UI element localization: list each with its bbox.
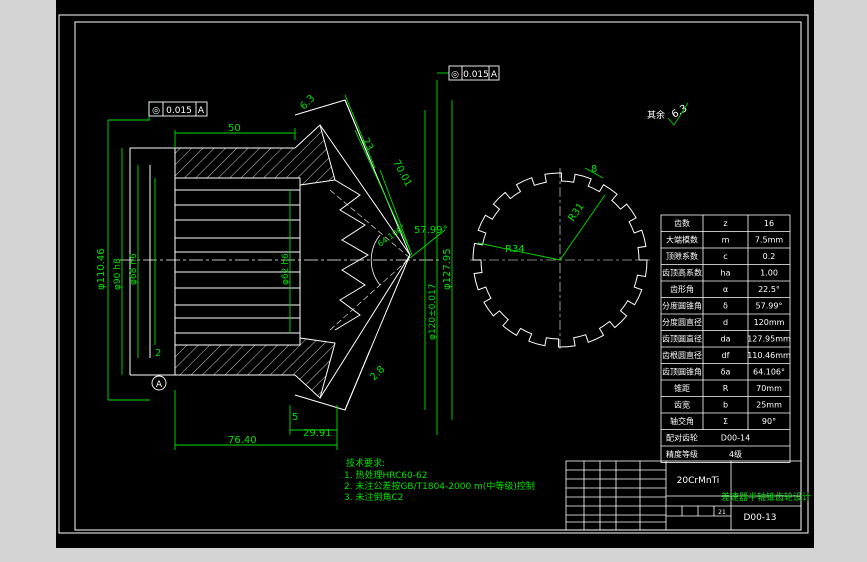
param-symbol: df <box>722 351 730 360</box>
dim-68-h6: φ68 h6 <box>129 253 139 285</box>
drawing-number: D00-13 <box>743 513 776 523</box>
param-value: 110.46mm <box>747 351 791 360</box>
tolerance-datum: A <box>198 106 205 116</box>
param-name: 大端模数 <box>666 235 698 245</box>
dim-76-40: 76.40 <box>228 435 257 446</box>
param-name: 轴交角 <box>670 416 694 426</box>
param-value: 127.95mm <box>747 335 791 344</box>
param-value: 70mm <box>756 384 782 393</box>
datum-a-marker: A <box>151 375 167 391</box>
dim-57-99: 57.99° <box>414 225 448 236</box>
param-symbol: Σ <box>723 417 728 426</box>
param-name: 顶隙系数 <box>666 251 698 261</box>
tolerance-datum: A <box>491 70 498 80</box>
param-name: 齿顶圆锥角 <box>662 367 702 377</box>
drawing-name: 差速器半轴锥齿轮设计 <box>721 491 811 503</box>
param-symbol: z <box>723 219 727 228</box>
param-name: 齿根圆直径 <box>662 350 702 360</box>
tech-item-1: 1. 热处理HRC60-62 <box>344 469 427 481</box>
param-value: 22.5° <box>758 285 780 294</box>
gear-drawing: ◎ 0.015 A ◎ 0.015 A 50 23 70.01 57.99° 6… <box>58 14 811 534</box>
tech-item-2: 2. 未注公差按GB/T1804-2000 m(中等级)控制 <box>344 480 535 492</box>
param-name: 齿宽 <box>674 400 690 410</box>
gear-parameter-table: 齿数 z 16 大端模数 m 7.5mm 顶隙系数 c 0.2 齿顶高系数 ha 1.00 齿形角 α 22… <box>660 214 791 463</box>
param-name: 分度圆直径 <box>662 317 702 327</box>
section-hatch-top <box>174 124 336 186</box>
param-name: 分度圆锥角 <box>662 301 702 311</box>
coaxiality-symbol: ◎ <box>451 70 459 80</box>
datum-a-label: A <box>156 380 163 390</box>
param-value: 0.2 <box>763 252 776 261</box>
param-value: 4级 <box>729 449 742 459</box>
param-symbol: δ <box>723 302 728 311</box>
roughness-note-label: 其余 <box>647 109 665 121</box>
param-symbol: da <box>721 335 731 344</box>
dim-2: 2 <box>155 348 161 359</box>
param-name: 齿顶圆直径 <box>662 334 702 344</box>
param-symbol: m <box>722 236 730 245</box>
tech-title: 技术要求: <box>346 457 385 469</box>
material-label: 20CrMnTi <box>677 476 720 486</box>
param-value: 120mm <box>754 318 785 327</box>
dim-110-46: φ110.46 <box>96 248 107 290</box>
dim-r34: R34 <box>505 244 525 255</box>
param-symbol: c <box>723 252 727 261</box>
param-name: 精度等级 <box>666 449 698 459</box>
param-symbol: α <box>723 285 728 294</box>
tech-item-3: 3. 未注倒角C2 <box>344 491 403 503</box>
param-value: D00-14 <box>721 434 750 443</box>
param-value: 16 <box>764 219 774 228</box>
dimension-lines <box>107 72 453 450</box>
coaxiality-symbol: ◎ <box>152 106 160 116</box>
dim-r31: R31 <box>566 201 586 223</box>
param-symbol: ha <box>721 269 731 278</box>
gear-teeth-profile <box>334 179 370 331</box>
gear-section-view <box>120 99 440 411</box>
param-value: 1.00 <box>760 269 778 278</box>
dim-62-h6: φ62 h6 <box>281 253 291 285</box>
sheet-count: 21 <box>718 509 726 516</box>
dim-2-8: 2.8 <box>368 364 387 383</box>
param-name: 齿顶高系数 <box>662 268 702 278</box>
tolerance-frame-left: ◎ 0.015 A <box>148 101 208 117</box>
param-name: 齿数 <box>674 218 690 228</box>
dim-5: 5 <box>292 412 298 423</box>
param-symbol: δa <box>721 368 731 377</box>
tolerance-value: 0.015 <box>166 106 192 116</box>
dim-127-95: φ127.95 <box>442 248 453 290</box>
param-value: 25mm <box>756 401 782 410</box>
dim-29-91: 29.91 <box>303 428 332 439</box>
param-symbol: R <box>723 384 729 393</box>
param-name: 配对齿轮 <box>666 433 698 443</box>
dim-8: 8 <box>591 164 597 175</box>
cad-drawing-canvas: ◎ 0.015 A ◎ 0.015 A 50 23 70.01 57.99° 6… <box>56 0 814 548</box>
param-name: 锥距 <box>674 383 690 393</box>
dim-120: φ120±0.017 <box>428 284 438 340</box>
param-value: 64.106° <box>753 368 785 377</box>
param-name: 齿形角 <box>670 284 694 294</box>
param-symbol: d <box>723 318 728 327</box>
tech-requirements: 技术要求: 1. 热处理HRC60-62 2. 未注公差按GB/T1804-20… <box>344 457 535 503</box>
dim-70-01: 70.01 <box>390 158 413 188</box>
param-symbol: b <box>723 401 728 410</box>
section-hatch-bottom <box>174 337 336 399</box>
param-value: 90° <box>762 417 776 426</box>
tolerance-value: 0.015 <box>463 70 489 80</box>
gear-front-view: R34 R31 8 <box>470 164 650 352</box>
param-value: 57.99° <box>756 302 783 311</box>
tolerance-frame-right: ◎ 0.015 A <box>448 65 500 81</box>
dim-90-h8: φ90 h8 <box>113 258 123 290</box>
dim-50: 50 <box>228 123 241 134</box>
param-value: 7.5mm <box>755 236 784 245</box>
